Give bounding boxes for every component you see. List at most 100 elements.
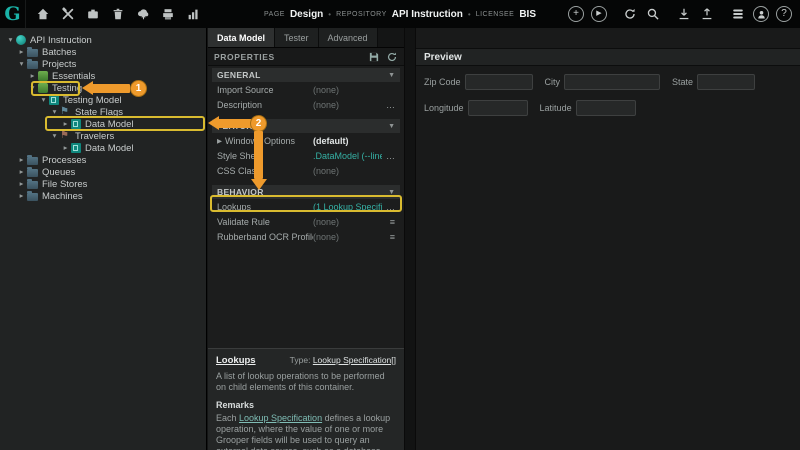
expand-icon[interactable]: ▸ [17,166,26,178]
collapse-icon[interactable]: ▾ [50,130,59,142]
tree-item-label: Testing Model [63,95,122,106]
collapse-icon[interactable]: ▾ [50,106,59,118]
node-icon [16,35,26,45]
model-icon [71,119,81,129]
preview-form: Zip Code City State Longitude Latitude [416,66,800,134]
ellipsis-button[interactable]: … [382,151,395,161]
ellipsis-button[interactable]: … [382,202,395,212]
expand-icon[interactable]: ▸ [17,46,26,58]
collapse-icon[interactable]: ▾ [17,58,26,70]
properties-header: PROPERTIES [208,48,404,66]
printer-icon[interactable] [160,6,176,22]
property-row-lookups[interactable]: Lookups(1 Lookup Specificatio… [212,199,400,214]
tree-item-api-instruction[interactable]: ▾API Instruction [0,34,206,46]
tree-item-projects[interactable]: ▾Projects [0,58,206,70]
add-icon[interactable]: + [568,6,584,22]
property-row-style-sheet[interactable]: Style Sheet.DataModel (--line-...… [212,148,400,163]
property-name-text: Windows Options [225,136,295,146]
section-label: GENERAL [217,70,261,80]
lookup-specification-link[interactable]: Lookup Specification [239,413,322,423]
section-header-general[interactable]: GENERAL▼ [212,68,400,82]
remarks-title: Remarks [216,400,396,410]
top-toolbar: G PAGE Des [0,0,800,28]
collapse-icon[interactable]: ▾ [6,34,15,46]
tree-item-testing-model[interactable]: ▾ Testing Model [0,94,206,106]
expand-icon[interactable]: ▶ [217,137,222,145]
property-name-text: Validate Rule [217,217,270,227]
repository-label: REPOSITORY [336,11,387,18]
city-input[interactable] [564,74,660,90]
page-value[interactable]: Design [290,9,323,20]
zip-code-input[interactable] [465,74,533,90]
upload-icon[interactable] [699,6,715,22]
ellipsis-button[interactable]: … [382,100,395,110]
tree-item-state-flags[interactable]: ▾State Flags [0,106,206,118]
properties-panel: Data ModelTesterAdvanced PROPERTIES GENE… [208,28,404,450]
property-value: .DataModel (--line-... [313,151,382,161]
expand-icon[interactable]: ▸ [17,154,26,166]
latitude-label: Latitude [540,103,572,113]
folder-icon [27,169,38,177]
state-label: State [672,77,693,87]
property-value: (none) [313,166,395,176]
latitude-input[interactable] [576,100,636,116]
tree-item-testing[interactable]: ▾Testing [0,82,206,94]
tree-item-data-model[interactable]: ▸Data Model [0,142,206,154]
expand-icon[interactable]: ▸ [17,178,26,190]
tab-data-model[interactable]: Data Model [208,28,275,47]
menu-button[interactable]: ≡ [382,217,395,227]
tree-item-label: Queues [42,167,75,178]
layers-icon[interactable] [730,6,746,22]
home-icon[interactable] [35,6,51,22]
section-header-behavior[interactable]: BEHAVIOR▼ [212,185,400,199]
tab-advanced[interactable]: Advanced [319,28,378,47]
collapse-icon[interactable]: ▾ [28,82,37,94]
longitude-input[interactable] [468,100,528,116]
tree-item-label: Machines [42,191,83,202]
property-row-rubberband-ocr-profile[interactable]: Rubberband OCR Profile(none)≡ [212,229,400,244]
tree-item-data-model[interactable]: ▸ Data Model [0,118,206,130]
property-row-windows-options[interactable]: ▶Windows Options(default) [212,133,400,148]
grooper-logo[interactable]: G [0,0,26,28]
property-row-validate-rule[interactable]: Validate Rule(none)≡ [212,214,400,229]
tools-icon[interactable] [60,6,76,22]
user-icon[interactable] [753,6,769,22]
description-summary: A list of lookup operations to be perfor… [216,371,396,394]
trash-icon[interactable] [110,6,126,22]
state-input[interactable] [697,74,755,90]
refresh-icon[interactable] [386,51,398,63]
search-icon[interactable] [645,6,661,22]
property-name: Validate Rule [217,217,313,227]
expand-icon[interactable]: ▸ [28,70,37,82]
tree-item-processes[interactable]: ▸Processes [0,154,206,166]
property-row-description[interactable]: Description(none)… [212,97,400,112]
type-link[interactable]: Lookup Specification[] [313,355,396,365]
briefcase-icon[interactable] [85,6,101,22]
tab-tester[interactable]: Tester [275,28,319,47]
tree-item-travelers[interactable]: ▾Travelers [0,130,206,142]
tree-item-label: Data Model [85,119,134,130]
help-icon[interactable]: ? [776,6,792,22]
expand-icon[interactable]: ▸ [17,190,26,202]
menu-button[interactable]: ≡ [382,232,395,242]
refresh-icon[interactable] [622,6,638,22]
navigate-icon[interactable]: ▶ [591,6,607,22]
bar-chart-icon[interactable] [185,6,201,22]
property-row-css-class[interactable]: CSS Class(none) [212,163,400,178]
tree-item-file-stores[interactable]: ▸File Stores [0,178,206,190]
save-icon[interactable] [368,51,380,63]
download-icon[interactable] [676,6,692,22]
expand-icon[interactable]: ▸ [61,118,70,130]
section-header-features[interactable]: FEATURES▼ [212,119,400,133]
chevron-down-icon: ▼ [388,123,395,130]
tree-item-essentials[interactable]: ▸Essentials [0,70,206,82]
tree-item-queues[interactable]: ▸ Queues [0,166,206,178]
cloud-sync-icon[interactable] [135,6,151,22]
tree-item-batches[interactable]: ▸Batches [0,46,206,58]
tree-item-machines[interactable]: ▸ Machines [0,190,206,202]
property-row-import-source[interactable]: Import Source(none) [212,82,400,97]
collapse-icon[interactable]: ▾ [39,94,48,106]
expand-icon[interactable]: ▸ [61,142,70,154]
repository-value[interactable]: API Instruction [392,9,463,20]
panel-splitter[interactable] [404,28,416,450]
